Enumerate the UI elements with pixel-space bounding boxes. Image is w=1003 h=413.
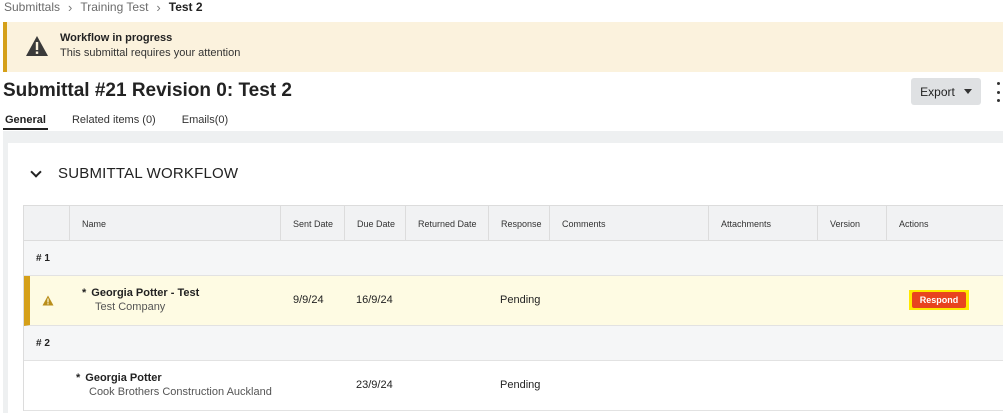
reviewer-company: Test Company [95,301,166,313]
banner-subtitle: This submittal requires your attention [60,47,241,59]
tab-general[interactable]: General [3,112,48,130]
response-status: Pending [500,379,541,391]
breadcrumb-current: Test 2 [168,0,203,14]
due-date: 23/9/24 [356,379,393,391]
due-date: 16/9/24 [356,294,393,306]
header-response: Response [488,206,549,241]
header-returned-date: Returned Date [405,206,488,241]
header-actions: Actions [886,206,1003,241]
reviewer-name: Georgia Potter [85,372,162,384]
chevron-right-icon: › [68,0,73,15]
export-label: Export [920,84,955,99]
header-icon-col [24,206,69,241]
workflow-table: Name Sent Date Due Date Returned Date Re… [23,205,1003,411]
header-version: Version [817,206,886,241]
caret-down-icon [963,89,972,94]
workflow-banner: Workflow in progress This submittal requ… [3,22,1003,72]
group-header: # 2 [24,326,1003,361]
star-icon: * [76,372,81,384]
row-name-cell: * Georgia Potter Cook Brothers Constructi… [76,372,272,398]
sent-date: 9/9/24 [293,294,324,306]
response-status: Pending [500,294,541,306]
workflow-card: SUBMITTAL WORKFLOW Name Sent Date Due Da… [8,143,1003,413]
header-sent-date: Sent Date [280,206,344,241]
kebab-menu-icon[interactable] [994,82,1002,102]
header-comments: Comments [549,206,708,241]
header-name: Name [69,206,280,241]
tab-bar: General Related items (0) Emails(0) [3,112,252,130]
respond-button[interactable]: Respond [909,290,969,310]
content-area: SUBMITTAL WORKFLOW Name Sent Date Due Da… [3,131,1003,413]
reviewer-company: Cook Brothers Construction Auckland [89,386,272,398]
warning-icon [26,36,48,56]
header-due-date: Due Date [344,206,405,241]
breadcrumb-submittals[interactable]: Submittals [4,0,60,14]
page-title: Submittal #21 Revision 0: Test 2 [3,80,292,101]
star-icon: * [82,287,87,299]
banner-title: Workflow in progress [60,32,173,44]
header-attachments: Attachments [708,206,817,241]
warning-icon [42,295,54,306]
breadcrumb-training-test[interactable]: Training Test [80,0,148,14]
section-title: SUBMITTAL WORKFLOW [58,165,239,182]
tab-emails[interactable]: Emails(0) [180,112,230,130]
row-name-cell: * Georgia Potter - Test Test Company [82,287,199,313]
table-header: Name Sent Date Due Date Returned Date Re… [24,206,1003,241]
section-toggle[interactable]: SUBMITTAL WORKFLOW [28,165,238,182]
table-row: * Georgia Potter Cook Brothers Constructi… [24,361,1003,411]
respond-label: Respond [911,292,967,308]
chevron-right-icon: › [156,0,161,15]
breadcrumb: Submittals › Training Test › Test 2 [4,0,203,15]
table-row: * Georgia Potter - Test Test Company 9/9/… [24,276,1003,326]
group-header: # 1 [24,241,1003,276]
export-button[interactable]: Export [911,78,981,105]
reviewer-name: Georgia Potter - Test [91,287,200,299]
tab-related-items[interactable]: Related items (0) [70,112,158,130]
chevron-down-icon [30,165,42,178]
